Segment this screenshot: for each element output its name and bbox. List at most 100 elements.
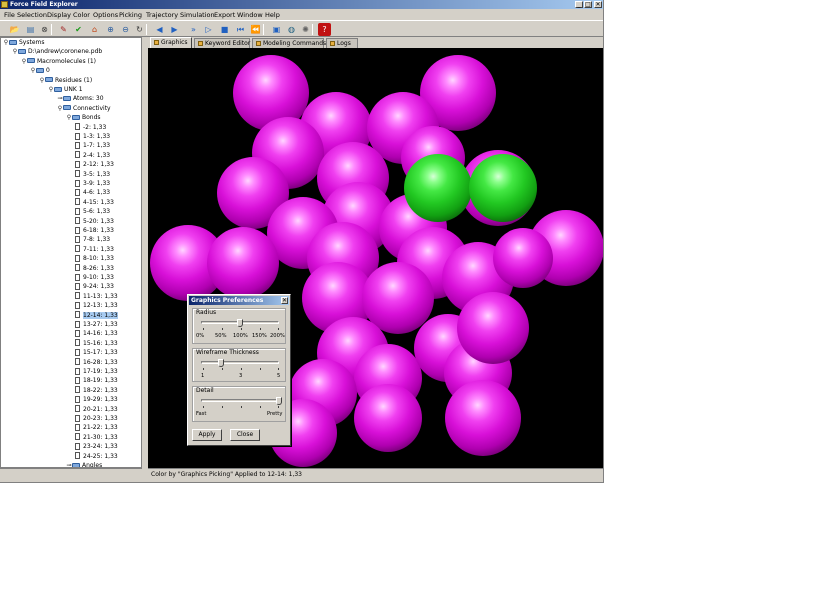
wireframe-slider-track[interactable] bbox=[201, 361, 279, 364]
selected-atom-sphere[interactable] bbox=[469, 154, 537, 222]
apply-button[interactable]: Apply bbox=[192, 429, 222, 441]
select-all-button[interactable]: ✎ bbox=[57, 23, 70, 36]
monitor-button[interactable]: ▣ bbox=[270, 23, 283, 36]
tree-leaf-item[interactable]: 4-6: 1,33 bbox=[75, 188, 110, 197]
tree-folder-item[interactable]: ⊸ Angles bbox=[66, 461, 102, 467]
tree-leaf-item[interactable]: 23-24: 1,33 bbox=[75, 442, 118, 451]
tree-folder-item[interactable]: ⚲ Residues (1) bbox=[39, 76, 92, 85]
menu-file[interactable]: File bbox=[4, 10, 15, 20]
tab-modeling-commands[interactable]: Modeling Commands bbox=[252, 38, 326, 48]
tree-leaf-item[interactable]: 6-18: 1,33 bbox=[75, 226, 114, 235]
tree-leaf-item[interactable]: 1-7: 1,33 bbox=[75, 141, 110, 150]
detail-slider-thumb[interactable] bbox=[276, 397, 282, 405]
tree-leaf-item[interactable]: 14-16: 1,33 bbox=[75, 329, 118, 338]
help-button[interactable]: ? bbox=[318, 23, 331, 36]
menu-window[interactable]: Window bbox=[237, 10, 263, 20]
tree-leaf-item[interactable]: 18-19: 1,33 bbox=[75, 376, 118, 385]
atom-sphere[interactable] bbox=[354, 384, 422, 452]
close-window-button[interactable]: ✕ bbox=[594, 1, 602, 8]
rewind-button[interactable]: ⏪ bbox=[249, 23, 262, 36]
tree-leaf-item[interactable]: 15-16: 1,33 bbox=[75, 339, 118, 348]
zoom-out-button[interactable]: ⊖ bbox=[119, 23, 132, 36]
step-back-button[interactable]: ⏮ bbox=[234, 23, 247, 36]
forward-circle-button[interactable]: ▶ bbox=[168, 23, 181, 36]
tree-folder-item[interactable]: ⚲ D:\andrew\coronene.pdb bbox=[12, 47, 102, 56]
tree-leaf-item[interactable]: 20-21: 1,33 bbox=[75, 405, 118, 414]
tree-leaf-item[interactable]: 21-22: 1,33 bbox=[75, 423, 118, 432]
menu-color[interactable]: Color bbox=[73, 10, 90, 20]
tree-leaf-item[interactable]: 3-5: 1,33 bbox=[75, 170, 110, 179]
dialog-close-icon[interactable]: ✕ bbox=[281, 297, 288, 304]
menu-options[interactable]: Options bbox=[93, 10, 118, 20]
tree-leaf-item[interactable]: 5-6: 1,33 bbox=[75, 207, 110, 216]
fast-forward-button[interactable]: » bbox=[187, 23, 200, 36]
tree-leaf-item[interactable]: 2-4: 1,33 bbox=[75, 151, 110, 160]
stop-button[interactable]: ■ bbox=[218, 23, 231, 36]
tree-folder-item[interactable]: ⚲ 0 bbox=[30, 66, 50, 75]
menu-display[interactable]: Display bbox=[47, 10, 71, 20]
atom-sphere[interactable] bbox=[445, 380, 521, 456]
back-circle-button[interactable]: ◀ bbox=[153, 23, 166, 36]
atom-sphere[interactable] bbox=[457, 292, 529, 364]
tree-leaf-item[interactable]: 2-12: 1,33 bbox=[75, 160, 114, 169]
tree-leaf-item[interactable]: 9-24: 1,33 bbox=[75, 282, 114, 291]
tree-leaf-item[interactable]: 24-25: 1,33 bbox=[75, 452, 118, 461]
tree-leaf-item[interactable]: 8-10: 1,33 bbox=[75, 254, 114, 263]
tree-leaf-item[interactable]: 12-13: 1,33 bbox=[75, 301, 118, 310]
tree-leaf-item[interactable]: 21-30: 1,33 bbox=[75, 433, 118, 442]
tree-leaf-item[interactable]: 20-23: 1,33 bbox=[75, 414, 118, 423]
tree-folder-item[interactable]: ⚲ Connectivity bbox=[57, 104, 111, 113]
menu-trajectory[interactable]: Trajectory bbox=[146, 10, 178, 20]
tab-keyword-editor[interactable]: Keyword Editor bbox=[194, 38, 250, 48]
minimize-button[interactable]: _ bbox=[575, 1, 583, 8]
tree-leaf-item[interactable]: 15-17: 1,33 bbox=[75, 348, 118, 357]
selected-atom-sphere[interactable] bbox=[404, 154, 472, 222]
tree-leaf-item[interactable]: 1-3: 1,33 bbox=[75, 132, 110, 141]
tree-leaf-item[interactable]: 4-15: 1,33 bbox=[75, 198, 114, 207]
zoom-in-button[interactable]: ⊕ bbox=[104, 23, 117, 36]
tree-leaf-item[interactable]: 5-20: 1,33 bbox=[75, 217, 114, 226]
tree-leaf-item[interactable]: 3-9: 1,33 bbox=[75, 179, 110, 188]
open-folder-button[interactable]: 📂 bbox=[8, 23, 21, 36]
menu-picking[interactable]: Picking bbox=[119, 10, 142, 20]
tree-leaf-item[interactable]: 7-11: 1,33 bbox=[75, 245, 114, 254]
rotate-button[interactable]: ↻ bbox=[133, 23, 146, 36]
tree-leaf-item[interactable]: -2: 1,33 bbox=[75, 123, 106, 132]
home-button[interactable]: ⌂ bbox=[88, 23, 101, 36]
tree-leaf-item[interactable]: 8-26: 1,33 bbox=[75, 264, 114, 273]
tree-leaf-item[interactable]: 12-14: 1,33 bbox=[75, 311, 118, 320]
tree-leaf-item[interactable]: 16-28: 1,33 bbox=[75, 358, 118, 367]
tree-leaf-item[interactable]: 9-10: 1,33 bbox=[75, 273, 114, 282]
menu-selection[interactable]: Selection bbox=[17, 10, 47, 20]
save-button[interactable]: ▤ bbox=[24, 23, 37, 36]
tree-folder-item[interactable]: ⊸ Atoms: 30 bbox=[57, 94, 103, 103]
tree-leaf-item[interactable]: 17-19: 1,33 bbox=[75, 367, 118, 376]
tree-leaf-item[interactable]: 11-13: 1,33 bbox=[75, 292, 118, 301]
close-dialog-button[interactable]: Close bbox=[230, 429, 260, 441]
system-tree[interactable]: ⚲ Systems ⚲ D:\andrew\coronene.pdb ⚲ Macromol… bbox=[0, 37, 142, 468]
menu-help[interactable]: Help bbox=[265, 10, 280, 20]
menu-simulation[interactable]: Simulation bbox=[180, 10, 215, 20]
tree-leaf-item[interactable]: 13-27: 1,33 bbox=[75, 320, 118, 329]
tree-folder-item[interactable]: ⚲ Bonds bbox=[66, 113, 101, 122]
tree-leaf-item[interactable]: 19-29: 1,33 bbox=[75, 395, 118, 404]
detail-slider-track[interactable] bbox=[201, 399, 279, 402]
tree-leaf-item[interactable]: 18-22: 1,33 bbox=[75, 386, 118, 395]
checkmark-button[interactable]: ✔ bbox=[72, 23, 85, 36]
close-system-button[interactable]: ⊗ bbox=[38, 23, 51, 36]
tab-graphics[interactable]: Graphics bbox=[150, 37, 192, 48]
menu-export[interactable]: Export bbox=[214, 10, 235, 20]
maximize-button[interactable]: □ bbox=[584, 1, 592, 8]
atom-sphere[interactable] bbox=[207, 227, 279, 299]
radius-slider-thumb[interactable] bbox=[237, 319, 243, 327]
tree-folder-item[interactable]: ⚲ Systems bbox=[3, 38, 45, 47]
globe-button[interactable]: ◍ bbox=[285, 23, 298, 36]
tree-folder-item[interactable]: ⚲ UNK 1 bbox=[48, 85, 83, 94]
tab-logs[interactable]: Logs bbox=[326, 38, 358, 48]
tree-horizontal-scrollbar[interactable] bbox=[0, 468, 142, 478]
atom-sphere[interactable] bbox=[493, 228, 553, 288]
wireframe-slider-thumb[interactable] bbox=[217, 359, 224, 367]
tree-folder-item[interactable]: ⚲ Macromolecules (1) bbox=[21, 57, 96, 66]
settings-button[interactable]: ✺ bbox=[299, 23, 312, 36]
tree-leaf-item[interactable]: 7-8: 1,33 bbox=[75, 235, 110, 244]
